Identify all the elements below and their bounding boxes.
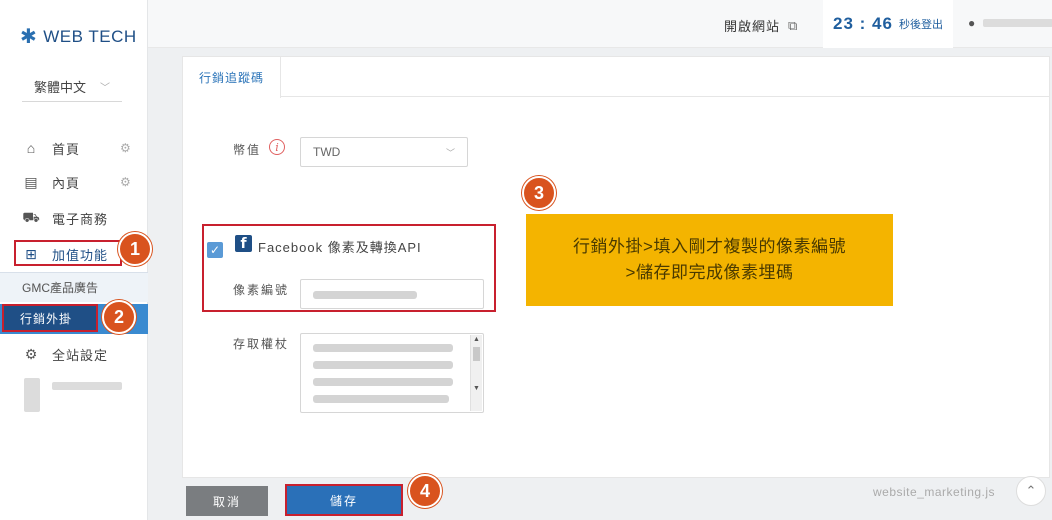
facebook-checkbox[interactable]: ✓: [207, 242, 223, 258]
blurred-pixel-id: [313, 291, 417, 299]
gear-icon[interactable]: ⚙: [120, 141, 131, 155]
back-to-top-icon[interactable]: ⌃: [1016, 476, 1046, 506]
access-token-label: 存取權杖: [233, 337, 290, 351]
blurred-token-line: [313, 344, 453, 352]
gear-icon[interactable]: ⚙: [120, 175, 131, 189]
language-select[interactable]: 繁體中文 ﹀: [22, 72, 122, 102]
blurred-item: [52, 382, 122, 390]
blurred-token-line: [313, 378, 453, 386]
open-site-label: 開啟網站: [724, 19, 781, 34]
sidebar-item-ecommerce[interactable]: ⛟ 電子商務: [0, 202, 148, 234]
chevron-down-icon: ﹀: [100, 83, 110, 94]
blurred-username: [983, 19, 1052, 27]
annotation-highlight-addons: [14, 240, 122, 266]
chevron-down-icon: ﹀: [445, 147, 455, 158]
user-menu[interactable]: ●: [968, 16, 1052, 30]
step-badge-3: 3: [522, 176, 556, 210]
timer-label: 秒後登出: [898, 19, 943, 31]
step-badge-2: 2: [102, 300, 136, 334]
currency-label: 幣值: [233, 143, 262, 157]
scroll-down-icon[interactable]: ▼: [473, 385, 480, 392]
sidebar-item-label: GMC產品廣告: [22, 281, 98, 295]
home-icon: ⌂: [26, 140, 36, 156]
scroll-thumb[interactable]: [473, 347, 480, 361]
access-token-textarea[interactable]: ▲ ▼: [300, 333, 484, 413]
logo-text: WEB TECH: [43, 26, 137, 46]
tip-line-1: 行銷外掛>填入剛才複製的像素編號: [573, 237, 846, 256]
cart-icon: ⛟: [22, 208, 40, 225]
step-badge-4: 4: [408, 474, 442, 508]
sidebar-item-label: 全站設定: [52, 347, 109, 363]
sidebar-item-label: 內頁: [52, 175, 81, 191]
sidebar-item-label: 首頁: [52, 141, 81, 157]
sidebar-item-label: 電子商務: [52, 211, 109, 227]
currency-value: TWD: [313, 145, 341, 159]
facebook-label: Facebook 像素及轉換API: [258, 240, 422, 255]
currency-select[interactable]: TWD ﹀: [300, 137, 468, 167]
step-badge-1: 1: [118, 232, 152, 266]
tip-line-2: >儲存即完成像素埋碼: [625, 263, 794, 282]
external-link-icon: ⧉: [788, 17, 799, 33]
user-icon: ●: [968, 16, 976, 30]
pixel-id-label: 像素編號: [233, 283, 290, 297]
page-filename: website_marketing.js: [873, 485, 996, 499]
settings-gear-icon: ⚙: [24, 345, 38, 362]
sidebar-item-settings[interactable]: ⚙ 全站設定: [0, 338, 148, 370]
facebook-icon: f: [235, 235, 252, 252]
page-icon: ▤: [24, 173, 38, 190]
tab-marketing-tracking[interactable]: 行銷追蹤碼: [183, 57, 281, 98]
instruction-tip: 行銷外掛>填入剛才複製的像素編號 >儲存即完成像素埋碼: [526, 214, 893, 306]
textarea-scrollbar[interactable]: ▲ ▼: [470, 335, 482, 411]
scroll-up-icon[interactable]: ▲: [473, 336, 480, 343]
sidebar-subitem-gmc[interactable]: GMC產品廣告: [0, 272, 148, 302]
tab-label: 行銷追蹤碼: [198, 71, 264, 85]
session-timer: 23 : 46 秒後登出: [823, 0, 953, 48]
open-site-link[interactable]: 開啟網站 ⧉: [724, 16, 798, 35]
sidebar-item-pages[interactable]: ▤ 內頁 ⚙: [0, 166, 148, 198]
logo[interactable]: ✱ WEB TECH: [20, 24, 137, 49]
pixel-id-input[interactable]: [300, 279, 484, 309]
tab-bar: 行銷追蹤碼: [183, 57, 1049, 98]
sidebar-item-home[interactable]: ⌂ 首頁 ⚙: [0, 132, 148, 164]
info-icon[interactable]: i: [269, 139, 285, 155]
blurred-token-line: [313, 361, 453, 369]
language-value: 繁體中文: [34, 80, 87, 95]
logo-star-icon: ✱: [20, 26, 38, 48]
sidebar-active-label: 行銷外掛: [20, 312, 73, 326]
save-button[interactable]: 儲存: [285, 484, 403, 516]
blurred-token-line: [313, 395, 449, 403]
top-bar: 開啟網站 ⧉ 23 : 46 秒後登出 ●: [148, 0, 1052, 48]
blurred-icon: [24, 378, 40, 412]
cancel-button[interactable]: 取消: [186, 486, 268, 516]
timer-value: 23 : 46: [833, 14, 893, 33]
